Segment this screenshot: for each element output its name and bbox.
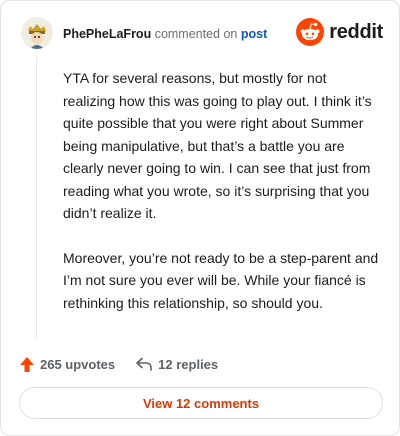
reply-arrow-icon xyxy=(136,357,152,371)
user-avatar[interactable] xyxy=(21,17,53,49)
comment-paragraph: Moreover, you’re not ready to be a step-… xyxy=(63,249,379,311)
replies-button[interactable]: 12 replies xyxy=(135,356,218,372)
upvote-count: 265 upvotes xyxy=(40,356,116,372)
thread-line xyxy=(36,57,37,339)
post-link[interactable]: post xyxy=(241,27,267,41)
comment-card: PhePheLaFrou commented on post reddit YT… xyxy=(0,0,400,436)
username-link[interactable]: PhePheLaFrou xyxy=(63,27,151,41)
view-comments-button[interactable]: View 12 comments xyxy=(19,387,383,419)
comment-paragraph: YTA for several reasons, but mostly for … xyxy=(63,70,372,221)
comment-actions: 265 upvotes 12 replies xyxy=(19,353,218,375)
comment-header: PhePheLaFrou commented on post reddit xyxy=(19,17,383,51)
upvote-arrow-icon xyxy=(20,356,34,372)
byline-text: commented on xyxy=(151,27,241,41)
reddit-logo[interactable]: reddit xyxy=(296,17,383,47)
comment-byline: PhePheLaFrou commented on post xyxy=(63,27,267,41)
reply-count: 12 replies xyxy=(158,356,219,372)
comment-body: YTA for several reasons, but mostly for … xyxy=(63,67,381,336)
upvote-button[interactable]: 265 upvotes xyxy=(19,356,115,373)
avatar-icon xyxy=(21,17,53,49)
reddit-wordmark: reddit xyxy=(329,20,383,43)
reddit-snoo-icon xyxy=(296,18,325,46)
